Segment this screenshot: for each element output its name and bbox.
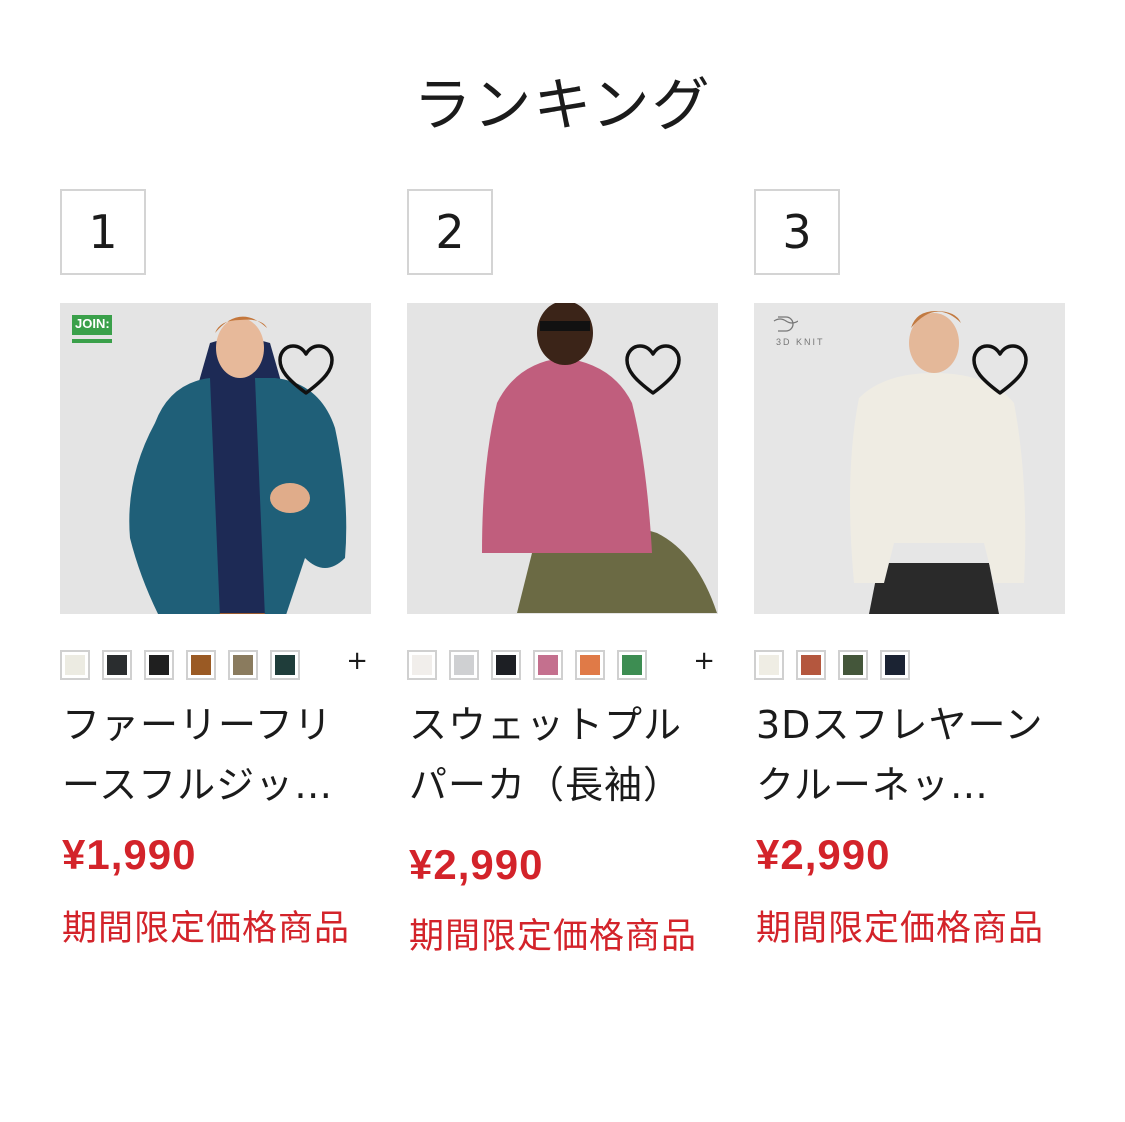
color-swatch[interactable] — [880, 650, 910, 680]
color-swatch[interactable] — [407, 650, 437, 680]
color-swatch[interactable] — [449, 650, 479, 680]
color-swatch[interactable] — [533, 650, 563, 680]
color-swatch[interactable] — [575, 650, 605, 680]
rank-badge: 2 — [407, 189, 493, 275]
color-swatch[interactable] — [144, 650, 174, 680]
more-colors-icon[interactable]: + — [346, 646, 368, 676]
color-swatch[interactable] — [186, 650, 216, 680]
product-name[interactable]: スウェットプルパーカ（長袖） — [409, 695, 709, 815]
favorite-heart-icon[interactable] — [971, 343, 1029, 397]
limited-price-note: 期間限定価格商品 — [756, 909, 1045, 949]
favorite-heart-icon[interactable] — [277, 343, 335, 397]
product-image[interactable]: JOIN: — [60, 303, 371, 614]
3d-knit-label: 3D KNIT — [776, 337, 825, 347]
color-swatches — [754, 650, 1066, 680]
product-name[interactable]: 3Dスフレヤーンクルーネッ… — [756, 695, 1056, 815]
product-card-1[interactable]: 1 JOIN: + ファーリーフリースフルジッ… ¥1,990 期間限定価格商品 — [60, 189, 372, 949]
product-price: ¥1,990 — [62, 831, 197, 878]
favorite-heart-icon[interactable] — [624, 343, 682, 397]
color-swatch[interactable] — [838, 650, 868, 680]
more-colors-icon[interactable]: + — [693, 646, 715, 676]
limited-price-note: 期間限定価格商品 — [62, 909, 351, 949]
product-price: ¥2,990 — [756, 831, 891, 878]
product-image[interactable]: 3D KNIT — [754, 303, 1065, 614]
color-swatch[interactable] — [102, 650, 132, 680]
color-swatch[interactable] — [270, 650, 300, 680]
join-badge-label: JOIN: — [75, 316, 110, 331]
color-swatches: + — [60, 646, 372, 680]
product-card-3[interactable]: 3 3D KNIT 3Dスフレヤーンクルーネッ… ¥2,990 期間限定価格商品 — [754, 189, 1066, 949]
color-swatch[interactable] — [491, 650, 521, 680]
rank-badge: 3 — [754, 189, 840, 275]
3d-knit-logo-icon — [773, 316, 798, 332]
color-swatch[interactable] — [754, 650, 784, 680]
color-swatch[interactable] — [796, 650, 826, 680]
limited-price-note: 期間限定価格商品 — [409, 917, 698, 957]
color-swatch[interactable] — [228, 650, 258, 680]
color-swatch[interactable] — [617, 650, 647, 680]
color-swatch[interactable] — [60, 650, 90, 680]
product-card-2[interactable]: 2 + スウェットプルパーカ（長袖） ¥2,990 期間限定価格商品 — [407, 189, 719, 957]
product-name[interactable]: ファーリーフリースフルジッ… — [62, 695, 362, 815]
section-title: ランキング — [413, 71, 712, 139]
color-swatches: + — [407, 646, 719, 680]
product-image[interactable] — [407, 303, 718, 614]
rank-badge: 1 — [60, 189, 146, 275]
product-price: ¥2,990 — [409, 841, 544, 888]
